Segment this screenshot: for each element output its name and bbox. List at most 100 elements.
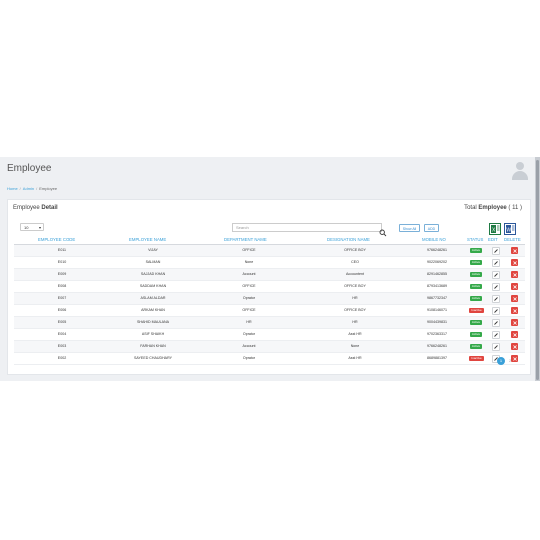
status-badge[interactable]: Active bbox=[470, 332, 482, 337]
cell-code: E002 bbox=[57, 356, 67, 360]
cell-mobile: 8689881397 bbox=[427, 356, 447, 360]
cell-department: OFFICE bbox=[242, 248, 256, 252]
cell-mobile: 9108146071 bbox=[427, 308, 447, 312]
pencil-icon[interactable] bbox=[492, 283, 500, 291]
cell-designation: Accountent bbox=[346, 272, 364, 276]
header-edit: EDIT bbox=[488, 237, 498, 242]
status-badge[interactable]: Inactive bbox=[469, 308, 484, 313]
header-employee-name[interactable]: EMPLOYEE NAME bbox=[129, 237, 166, 242]
pencil-icon[interactable] bbox=[492, 307, 500, 315]
caret-down-icon: ▾ bbox=[38, 225, 41, 230]
pencil-icon[interactable] bbox=[492, 259, 500, 267]
table-row: E006 ARKAM KHAN OFFICE OFFICE BOY 9108146071… bbox=[14, 305, 525, 317]
cell-name: SAJJAD KHAN bbox=[140, 272, 166, 276]
header-department-name[interactable]: DEPARTMENT NAME bbox=[224, 237, 267, 242]
cell-mobile: 9766248261 bbox=[427, 344, 447, 348]
delete-icon[interactable] bbox=[511, 247, 518, 254]
cell-mobile: 9702363317 bbox=[427, 332, 447, 336]
delete-icon[interactable] bbox=[511, 283, 518, 290]
status-badge[interactable]: Active bbox=[470, 248, 482, 253]
cell-mobile: 9022069202 bbox=[427, 260, 447, 264]
cell-name: ASLAM ALDAR bbox=[140, 296, 166, 300]
table-row: E005 SHAHID MAULANA HR HR 9004439831 Active bbox=[14, 317, 525, 329]
delete-icon[interactable] bbox=[511, 355, 518, 362]
pencil-icon[interactable] bbox=[492, 295, 500, 303]
status-badge[interactable]: Active bbox=[470, 320, 482, 325]
header-designation-name[interactable]: DESIGNATION NAME bbox=[327, 237, 370, 242]
search-input[interactable]: Search bbox=[232, 223, 382, 232]
cell-department: Oprator bbox=[242, 332, 256, 336]
pagination-page-1[interactable]: 1 bbox=[497, 357, 505, 365]
pencil-icon[interactable] bbox=[492, 331, 500, 339]
cell-name: SHAHID MAULANA bbox=[137, 320, 169, 324]
delete-icon[interactable] bbox=[511, 259, 518, 266]
breadcrumb-home[interactable]: Home bbox=[7, 186, 18, 191]
breadcrumb-admin[interactable]: Admin bbox=[23, 186, 34, 191]
cell-designation: HR bbox=[352, 296, 358, 300]
header-status[interactable]: STATUS bbox=[467, 237, 483, 242]
delete-icon[interactable] bbox=[511, 307, 518, 314]
cell-department: Oprator bbox=[242, 356, 256, 360]
table-row: E004 ASIF SHAIKH Oprator Asst HR 9702363317 A… bbox=[14, 329, 525, 341]
cell-name: ASIF SHAIKH bbox=[141, 332, 165, 336]
search-icon[interactable] bbox=[379, 224, 387, 237]
cell-department: OFFICE bbox=[242, 308, 256, 312]
header-mobile-no[interactable]: MOBILE NO bbox=[422, 237, 446, 242]
search-placeholder: Search bbox=[236, 225, 249, 230]
user-avatar-icon[interactable] bbox=[510, 160, 530, 180]
page-length-select[interactable]: 10 ▾ bbox=[20, 223, 44, 231]
delete-icon[interactable] bbox=[511, 295, 518, 302]
show-all-button[interactable]: Show All bbox=[399, 224, 420, 232]
scrollbar-thumb[interactable] bbox=[536, 160, 539, 380]
table-row: E011 VIJAY OFFICE OFFICE BOY 9766248261 Activ… bbox=[14, 245, 525, 257]
table-row: E003 FARHAN KHAN Account None 9766248261 Acti… bbox=[14, 341, 525, 353]
header-employee-code[interactable]: EMPLOYEE CODE bbox=[38, 237, 75, 242]
svg-text:W: W bbox=[506, 227, 511, 233]
cell-code: E004 bbox=[57, 332, 67, 336]
cell-mobile: 9867732347 bbox=[427, 296, 447, 300]
cell-designation: OFFICE BOY bbox=[344, 308, 366, 312]
cell-designation: OFFICE BOY bbox=[344, 248, 366, 252]
total-employee-count: Total Employee ( 11 ) bbox=[464, 205, 522, 211]
cell-designation: Asst HR bbox=[348, 332, 362, 336]
excel-icon[interactable]: X bbox=[489, 222, 501, 235]
cell-code: E005 bbox=[57, 320, 67, 324]
table-row: E007 ASLAM ALDAR Oprator HR 9867732347 Active bbox=[14, 293, 525, 305]
status-badge[interactable]: Active bbox=[470, 344, 482, 349]
cell-department: Account bbox=[242, 272, 256, 276]
pencil-icon[interactable] bbox=[492, 271, 500, 279]
delete-icon[interactable] bbox=[511, 319, 518, 326]
pencil-icon[interactable] bbox=[492, 343, 500, 351]
cell-name: SAYEED CHAUDHARY bbox=[134, 356, 173, 360]
pencil-icon[interactable] bbox=[492, 247, 500, 255]
delete-icon[interactable] bbox=[511, 343, 518, 350]
cell-code: E008 bbox=[57, 284, 67, 288]
cell-name: SALMAN bbox=[145, 260, 161, 264]
cell-department: Account bbox=[242, 344, 256, 348]
cell-designation: Asst HR bbox=[348, 356, 362, 360]
cell-mobile: 9766248261 bbox=[427, 248, 447, 252]
cell-code: E010 bbox=[57, 260, 67, 264]
status-badge[interactable]: Active bbox=[470, 260, 482, 265]
card-title: Employee Detail bbox=[13, 205, 58, 211]
cell-name: FARHAN KHAN bbox=[140, 344, 166, 348]
word-icon[interactable]: W bbox=[504, 222, 516, 235]
status-badge[interactable]: Active bbox=[470, 272, 482, 277]
cell-department: HR bbox=[246, 320, 252, 324]
breadcrumb-current: Employee bbox=[39, 186, 58, 191]
table-row: E008 SADDAM KHAN OFFICE OFFICE BOY 879341368… bbox=[14, 281, 525, 293]
add-button[interactable]: ADD bbox=[424, 224, 439, 232]
cell-code: E009 bbox=[57, 272, 67, 276]
cell-name: SADDAM KHAN bbox=[139, 284, 167, 288]
cell-code: E003 bbox=[57, 344, 67, 348]
status-badge[interactable]: Active bbox=[470, 296, 482, 301]
delete-icon[interactable] bbox=[511, 271, 518, 278]
page-title: Employee bbox=[7, 163, 52, 174]
cell-name: ARKAM KHAN bbox=[141, 308, 165, 312]
delete-icon[interactable] bbox=[511, 331, 518, 338]
status-badge[interactable]: Inactive bbox=[469, 356, 484, 361]
status-badge[interactable]: Active bbox=[470, 284, 482, 289]
pagination-page-2[interactable]: 2 bbox=[509, 357, 511, 365]
employee-table: EMPLOYEE CODE EMPLOYEE NAME DEPARTMENT N… bbox=[14, 236, 525, 365]
pencil-icon[interactable] bbox=[492, 319, 500, 327]
